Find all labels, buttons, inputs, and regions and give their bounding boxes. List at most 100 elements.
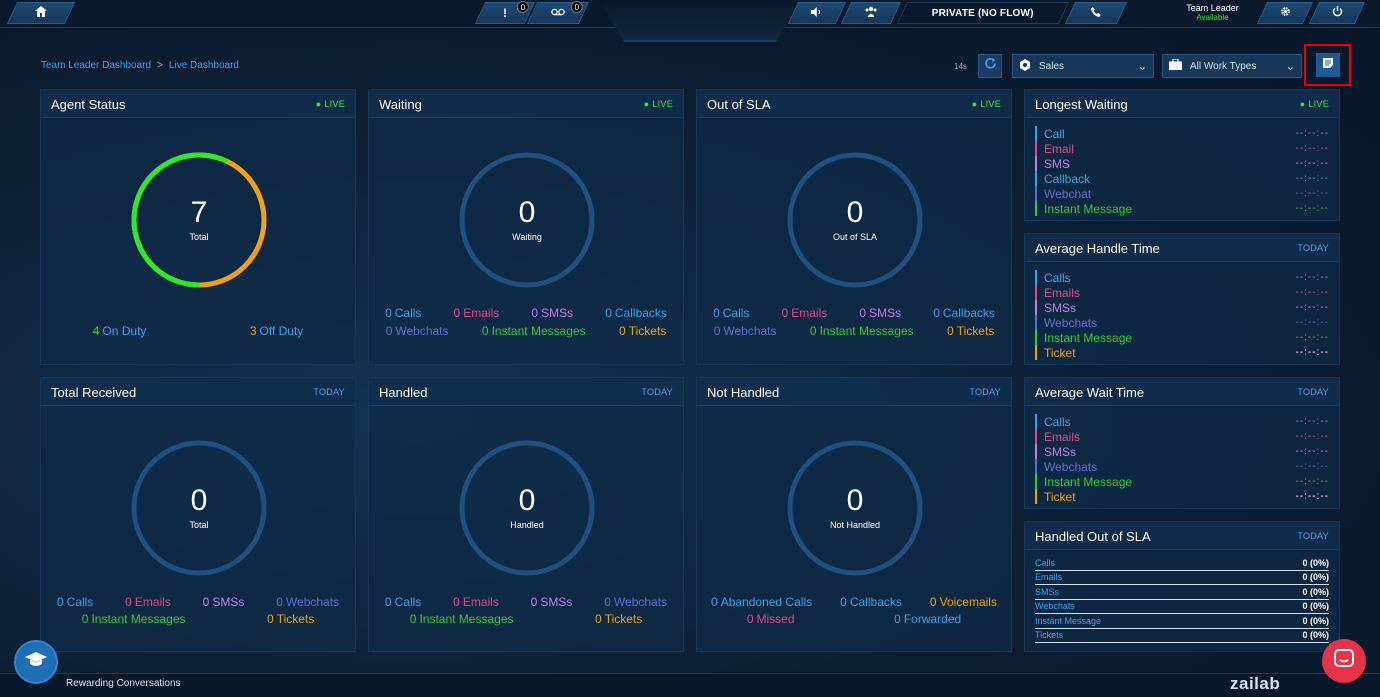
- panel-title: Handled: [379, 385, 428, 400]
- metric-list: Calls --:--:-- Emails --:--:-- SMSs --:--:-- W…: [1035, 270, 1329, 360]
- document-list-icon: [1322, 56, 1334, 74]
- chat-support-button[interactable]: [1322, 639, 1366, 683]
- list-item: Calls --:--:--: [1035, 414, 1329, 429]
- ring-value: 0: [190, 484, 208, 517]
- stat-number: 0: [125, 595, 132, 609]
- sla-row: SMSs 0 (0%): [1035, 585, 1329, 600]
- off-duty-stat: 3 Off Duty: [249, 324, 304, 338]
- list-item-value: --:--:--: [1295, 491, 1329, 502]
- list-item-value: --:--:--: [1295, 347, 1329, 358]
- hexagon-icon: [1019, 58, 1031, 74]
- logout-button[interactable]: [1308, 2, 1366, 24]
- list-item-label: Ticket: [1044, 345, 1076, 360]
- stat-number: 0: [202, 595, 210, 609]
- settings-button[interactable]: [1256, 2, 1314, 24]
- stat-number: 0: [531, 306, 539, 320]
- top-center-notch: [600, 0, 800, 42]
- stat-label: Emails: [791, 306, 828, 320]
- sla-list: Calls 0 (0%) Emails 0 (0%) SMSs 0 (0%) Webchat…: [1035, 556, 1329, 643]
- panel-title: Not Handled: [707, 385, 780, 400]
- list-item-label: Calls: [1044, 270, 1071, 285]
- briefcase-icon: [1169, 58, 1182, 73]
- list-item-value: --:--:--: [1295, 476, 1329, 487]
- worktype-select[interactable]: All Work Types ⌄: [1162, 54, 1302, 78]
- stat-label: SMSs: [869, 306, 902, 320]
- stat-number: 0: [384, 595, 392, 609]
- layout-button-inner[interactable]: [1315, 53, 1340, 77]
- stat-number: 0: [859, 306, 867, 320]
- stat-emails: 0 Emails: [453, 595, 499, 609]
- list-item: SMSs --:--:--: [1035, 444, 1329, 459]
- layout-button[interactable]: [1304, 44, 1351, 86]
- breadcrumb-current: Live Dashboard: [168, 60, 239, 71]
- list-item-label: Email: [1044, 141, 1075, 156]
- list-item-label: Instant Message: [1044, 474, 1133, 489]
- stat-number: 0: [713, 306, 720, 320]
- user-menu[interactable]: Team Leader Available: [1160, 3, 1265, 22]
- stat-row: 0 Calls 0 Emails 0 SMSs 0 Webchats: [41, 595, 355, 609]
- stat-number: 0: [894, 612, 901, 626]
- alerts-count-badge: 0: [516, 1, 529, 13]
- average-handle-time-panel: Average Handle Time TODAY Calls --:--:-- Ema…: [1024, 233, 1340, 365]
- refresh-timer: 14s: [954, 62, 967, 71]
- home-button[interactable]: [6, 2, 76, 24]
- stat-label: SMSs: [541, 306, 574, 320]
- panel-header: Handled TODAY: [369, 378, 683, 406]
- stat-label: Tickets: [956, 324, 995, 338]
- agent-total-label: Total: [189, 232, 209, 242]
- list-item-value: --:--:--: [1295, 317, 1329, 328]
- power-icon: [1332, 6, 1343, 20]
- list-item-label: SMSs: [1044, 300, 1077, 315]
- panel-title: Out of SLA: [707, 97, 771, 112]
- list-item-value: --:--:--: [1295, 272, 1329, 283]
- gear-icon: [1280, 6, 1291, 20]
- alert-icon: !: [503, 6, 507, 20]
- team-button[interactable]: [840, 2, 902, 24]
- alerts-button[interactable]: ! 0: [474, 1, 536, 24]
- voicemail-icon: [551, 7, 565, 19]
- stat-number: 0: [276, 595, 283, 609]
- refresh-button[interactable]: [978, 54, 1002, 78]
- stat-abandoned-calls: 0 Abandoned Calls: [711, 595, 812, 609]
- stat-number: 0: [267, 612, 274, 626]
- sla-label: Emails: [1035, 572, 1063, 583]
- today-badge: TODAY: [969, 387, 1001, 397]
- learning-button[interactable]: [14, 640, 58, 684]
- list-item: Call --:--:--: [1035, 126, 1329, 141]
- stat-number: 0: [595, 612, 602, 626]
- stat-label: Emails: [134, 595, 171, 609]
- stat-label: Calls: [394, 595, 422, 609]
- stat-webchats: 0 Webchats: [604, 595, 667, 609]
- list-item-label: Emails: [1044, 429, 1081, 444]
- panel-title: Average Handle Time: [1035, 241, 1160, 256]
- stat-row: 0 Calls 0 Emails 0 SMSs 0 Callbacks: [697, 306, 1011, 320]
- volume-button[interactable]: [787, 2, 847, 24]
- panel-header: Average Wait Time TODAY: [1025, 378, 1339, 406]
- sla-value: 0 (0%): [1302, 586, 1329, 597]
- waiting-panel: Waiting ● LIVE 0 Waiting 0 Calls 0 Emails 0 SMSs 0…: [368, 89, 684, 365]
- refresh-icon: [984, 57, 997, 75]
- graduation-cap-icon: [25, 651, 47, 673]
- sla-label: Tickets: [1035, 630, 1064, 641]
- sla-value: 0 (0%): [1302, 615, 1329, 626]
- list-item: Emails --:--:--: [1035, 285, 1329, 300]
- total-received-panel: Total Received TODAY 0 Total 0 Calls 0 Emails 0 S…: [40, 377, 356, 652]
- list-item-value: --:--:--: [1295, 173, 1329, 184]
- live-badge: ● LIVE: [315, 99, 345, 109]
- stat-emails: 0 Emails: [125, 595, 171, 609]
- metric-list: Calls --:--:-- Emails --:--:-- SMSs --:--:-- W…: [1035, 414, 1329, 504]
- stat-forwarded: 0 Forwarded: [894, 612, 961, 626]
- voicemail-button[interactable]: 0: [526, 1, 590, 24]
- status-display[interactable]: PRIVATE (NO FLOW): [896, 2, 1070, 24]
- stat-callbacks: 0 Callbacks: [605, 306, 667, 320]
- sla-row: Instant Message 0 (0%): [1035, 614, 1329, 629]
- queue-select[interactable]: Sales ⌄: [1012, 54, 1154, 78]
- stat-number: 0: [81, 612, 89, 626]
- stat-tickets: 0 Tickets: [619, 324, 666, 338]
- phone-button[interactable]: [1064, 2, 1128, 24]
- breadcrumb-parent-link[interactable]: Team Leader Dashboard: [41, 60, 151, 71]
- out-of-sla-panel: Out of SLA ● LIVE 0 Out of SLA 0 Calls 0 Emails…: [696, 89, 1012, 365]
- stat-voicemails: 0 Voicemails: [930, 595, 997, 609]
- panel-header: Average Handle Time TODAY: [1025, 234, 1339, 262]
- panel-title: Waiting: [379, 97, 422, 112]
